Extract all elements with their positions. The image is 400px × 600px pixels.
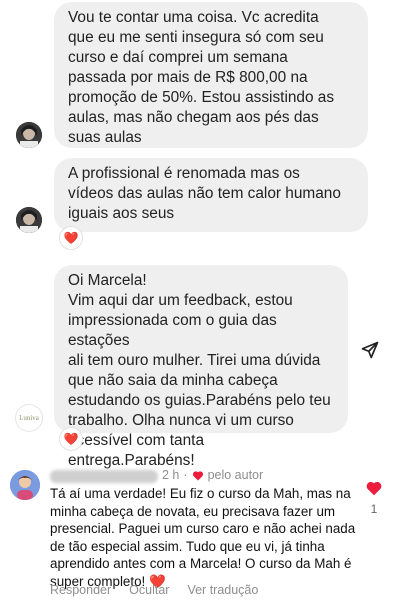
- like-count: 1: [370, 502, 378, 516]
- comment-like[interactable]: 1: [362, 480, 386, 516]
- commenter-avatar[interactable]: [10, 470, 40, 500]
- sender-avatar-logo[interactable]: Luniva: [16, 405, 42, 431]
- comment-meta: 2 h · pelo autor: [162, 468, 263, 482]
- send-icon[interactable]: [360, 340, 380, 365]
- hide-button[interactable]: Ocultar: [129, 583, 169, 597]
- heart-icon: ❤️: [63, 231, 79, 245]
- avatar-photo-icon: [16, 122, 42, 148]
- luniva-logo: Luniva: [19, 414, 39, 422]
- reaction-heart-2[interactable]: ❤️: [60, 428, 82, 450]
- comment-text: Tá aí uma verdade! Eu fiz o curso da Mah…: [50, 486, 356, 589]
- message-bubble-2[interactable]: A profissional é renomada mas os vídeos …: [54, 158, 368, 232]
- commenter-username-blurred[interactable]: [50, 470, 158, 483]
- message-bubble-1[interactable]: Vou te contar uma coisa. Vc acredita que…: [54, 2, 368, 148]
- avatar-photo-icon: [16, 207, 42, 233]
- meta-separator: ·: [183, 468, 188, 482]
- heart-icon[interactable]: [365, 480, 383, 496]
- comment-actions: Responder Ocultar Ver tradução: [50, 583, 258, 597]
- avatar-photo-icon: [10, 470, 40, 500]
- message-bubble-3[interactable]: Oi Marcela! Vim aqui dar um feedback, es…: [54, 265, 348, 469]
- sender-avatar[interactable]: [16, 207, 42, 233]
- heart-icon: [192, 470, 203, 480]
- heart-icon: ❤️: [63, 432, 79, 446]
- reply-button[interactable]: Responder: [50, 583, 111, 597]
- translate-button[interactable]: Ver tradução: [187, 583, 258, 597]
- comment-time: 2 h: [162, 468, 180, 482]
- reaction-heart-1[interactable]: ❤️: [60, 227, 82, 249]
- sender-avatar[interactable]: [16, 122, 42, 148]
- author-badge: pelo autor: [207, 468, 264, 482]
